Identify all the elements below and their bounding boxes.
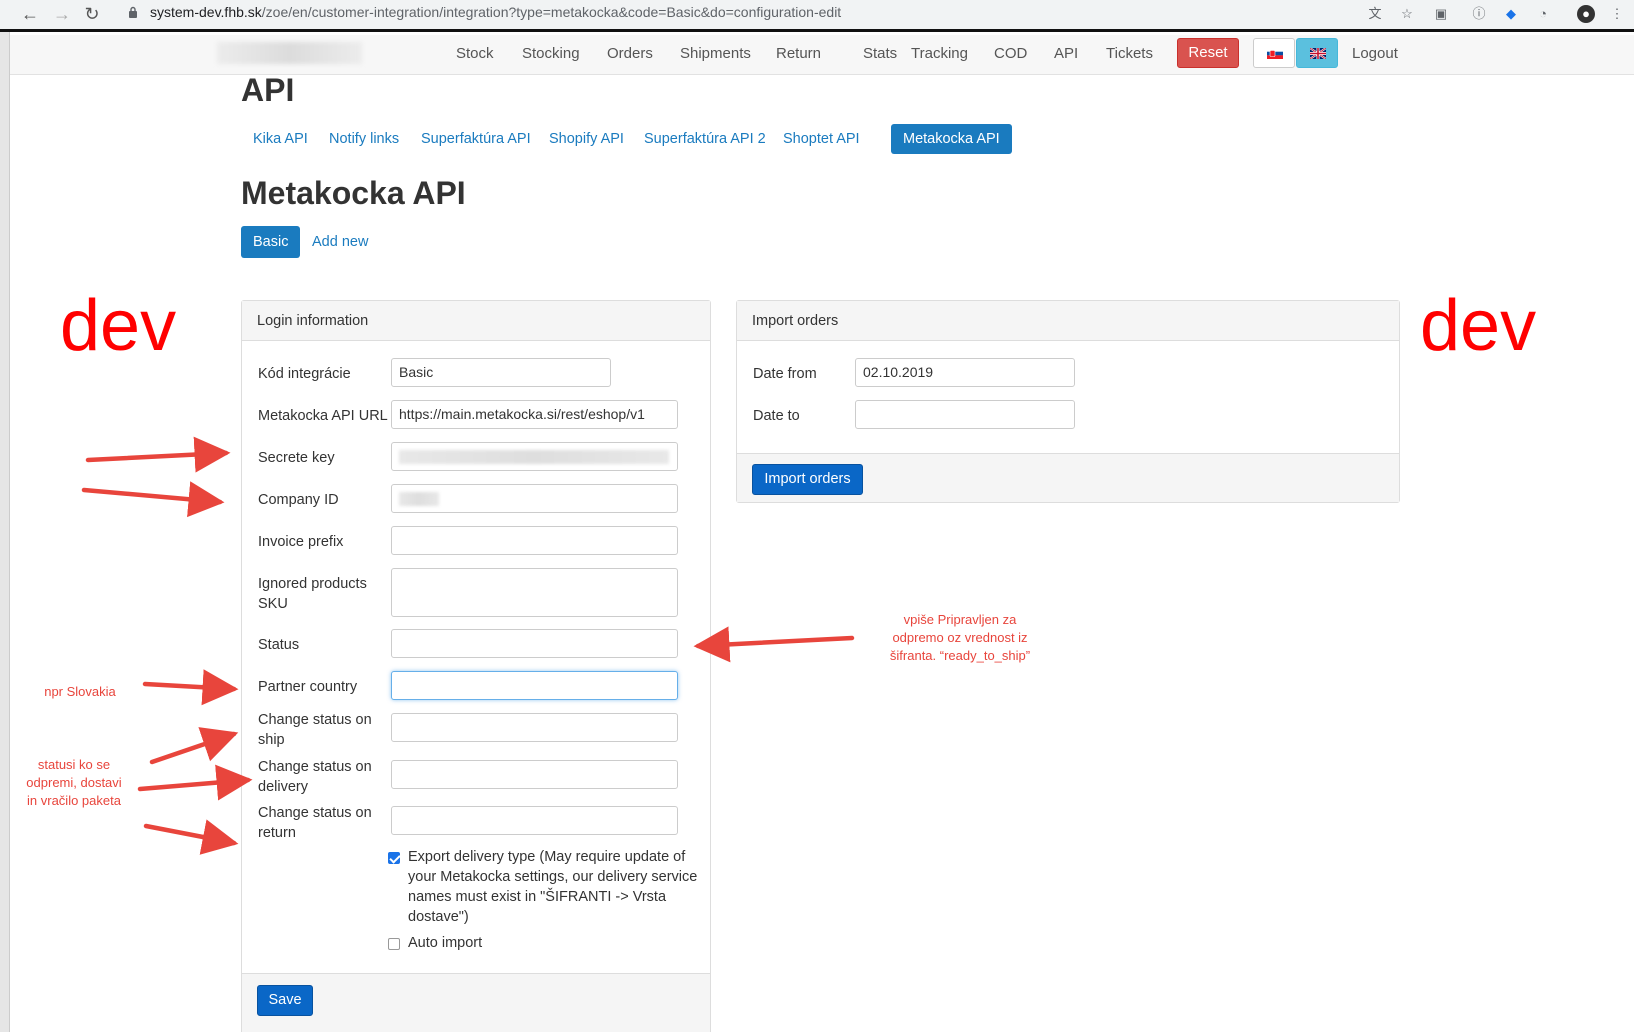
- nav-logout[interactable]: Logout: [1352, 45, 1398, 62]
- tab-superfaktura-api-2[interactable]: Superfaktúra API 2: [632, 124, 778, 154]
- kod-integracie-label: Kód integrácie: [258, 366, 351, 382]
- redacted-value: [399, 450, 669, 464]
- import-orders-panel: Import orders Date from 02.10.2019 Date …: [736, 300, 1400, 503]
- partner-country-label: Partner country: [258, 679, 358, 695]
- lang-sk-button[interactable]: [1253, 38, 1295, 68]
- dev-annotation-right: dev: [1420, 286, 1537, 366]
- login-panel-footer: Save: [242, 973, 710, 1032]
- import-orders-button[interactable]: Import orders: [752, 464, 863, 495]
- nav-tickets[interactable]: Tickets: [1106, 45, 1153, 62]
- subtab-basic[interactable]: Basic: [241, 226, 301, 258]
- lock-icon: [129, 6, 137, 18]
- tab-notify-links[interactable]: Notify links: [317, 124, 411, 154]
- avatar-icon[interactable]: ●: [1577, 5, 1595, 23]
- redacted-value: [399, 492, 439, 506]
- slovak-flag-icon: [1267, 48, 1283, 59]
- status-label: Status: [258, 637, 300, 653]
- partner-country-input[interactable]: [391, 671, 678, 700]
- arrow-change-return: [143, 819, 239, 855]
- company-id-label: Company ID: [258, 492, 339, 508]
- auto-import-checkbox[interactable]: [388, 938, 400, 950]
- tab-shoptet-api[interactable]: Shoptet API: [771, 124, 872, 154]
- kod-integracie-input[interactable]: Basic: [391, 358, 611, 387]
- company-id-input[interactable]: [391, 484, 678, 513]
- arrow-change-ship: [149, 727, 239, 765]
- window-icon[interactable]: ▣: [1432, 5, 1450, 23]
- gauge-icon[interactable]: ◔: [1534, 5, 1552, 23]
- url-host: system-dev.fhb.sk: [150, 4, 262, 20]
- arrow-status: [693, 626, 855, 663]
- arrow-partner-country: [142, 669, 239, 706]
- top-navbar: Stock Stocking Orders Shipments Return S…: [10, 35, 1634, 75]
- lang-en-button[interactable]: [1296, 38, 1338, 68]
- change-status-delivery-label: Change status on delivery: [258, 759, 372, 795]
- secret-key-label: Secrete key: [258, 450, 335, 466]
- menu-icon[interactable]: ⋮: [1608, 5, 1626, 23]
- left-window-edge: [0, 32, 10, 1032]
- page-title: API: [241, 72, 295, 108]
- ignored-sku-textarea[interactable]: [391, 568, 678, 617]
- url-path: /zoe/en/customer-integration/integration…: [261, 4, 842, 20]
- invoice-prefix-input[interactable]: [391, 526, 678, 555]
- ignored-sku-label: Ignored products SKU: [258, 576, 367, 612]
- reload-icon[interactable]: ↻: [82, 4, 102, 24]
- star-icon[interactable]: ☆: [1398, 5, 1416, 23]
- dev-annotation-left: dev: [60, 286, 177, 366]
- secret-key-input[interactable]: [391, 442, 678, 471]
- api-url-input[interactable]: https://main.metakocka.si/rest/eshop/v1: [391, 400, 678, 429]
- address-bar[interactable]: system-dev.fhb.sk/zoe/en/customer-integr…: [150, 4, 841, 20]
- arrow-secret-key: [85, 436, 231, 473]
- translate-icon[interactable]: 文: [1366, 5, 1384, 23]
- annotation-statusi: statusi ko se odpremi, dostavi in vračilo …: [26, 757, 122, 808]
- change-status-delivery-input[interactable]: [391, 760, 678, 789]
- arrow-company-id: [81, 481, 225, 518]
- arrow-change-delivery: [137, 764, 253, 801]
- nav-tracking[interactable]: Tracking: [911, 45, 968, 62]
- login-information-panel: Login information Kód integrácie Basic M…: [241, 300, 711, 1032]
- uk-flag-icon: [1310, 48, 1326, 59]
- tab-superfaktura-api[interactable]: Superfaktúra API: [409, 124, 543, 154]
- section-title: Metakocka API: [241, 175, 466, 211]
- change-status-return-label: Change status on return: [258, 805, 372, 841]
- subtab-add-new[interactable]: Add new: [300, 226, 380, 258]
- export-delivery-type-checkbox[interactable]: [388, 852, 400, 864]
- nav-api[interactable]: API: [1054, 45, 1078, 62]
- forward-icon[interactable]: →: [52, 4, 72, 24]
- import-panel-title: Import orders: [737, 301, 1399, 341]
- nav-stock[interactable]: Stock: [456, 45, 494, 62]
- tab-kika-api[interactable]: Kika API: [241, 124, 320, 154]
- back-icon[interactable]: ←: [20, 4, 40, 24]
- api-url-label: Metakocka API URL: [258, 408, 388, 424]
- change-status-ship-input[interactable]: [391, 713, 678, 742]
- change-status-ship-label: Change status on ship: [258, 712, 372, 748]
- logo: [217, 42, 362, 64]
- tab-shopify-api[interactable]: Shopify API: [537, 124, 636, 154]
- change-status-return-input[interactable]: [391, 806, 678, 835]
- annotation-npr-slovakia: npr Slovakia: [44, 684, 116, 699]
- nav-return[interactable]: Return: [776, 45, 821, 62]
- annotation-vpise: vpiše Pripravljen za odpremo oz vrednost …: [889, 612, 1031, 663]
- auto-import-label: Auto import: [408, 935, 483, 951]
- browser-toolbar: ← → ↻ system-dev.fhb.sk/zoe/en/customer-…: [0, 0, 1634, 32]
- nav-orders[interactable]: Orders: [607, 45, 653, 62]
- status-input[interactable]: [391, 629, 678, 658]
- login-panel-title: Login information: [242, 301, 710, 341]
- nav-stocking[interactable]: Stocking: [522, 45, 580, 62]
- nav-shipments[interactable]: Shipments: [680, 45, 751, 62]
- save-button[interactable]: Save: [257, 985, 313, 1016]
- date-to-input[interactable]: [855, 400, 1075, 429]
- nav-stats[interactable]: Stats: [863, 45, 897, 62]
- tab-metakocka-api[interactable]: Metakocka API: [891, 124, 1012, 154]
- dropbox-icon[interactable]: ◆: [1502, 5, 1520, 23]
- import-panel-footer: Import orders: [737, 453, 1399, 502]
- invoice-prefix-label: Invoice prefix: [258, 534, 344, 550]
- nav-cod[interactable]: COD: [994, 45, 1027, 62]
- export-delivery-type-label: Export delivery type (May require update…: [408, 849, 698, 925]
- date-from-label: Date from: [753, 366, 817, 382]
- date-to-label: Date to: [753, 408, 800, 424]
- date-from-input[interactable]: 02.10.2019: [855, 358, 1075, 387]
- info-icon[interactable]: ⓘ: [1470, 5, 1488, 23]
- reset-button[interactable]: Reset: [1177, 38, 1239, 68]
